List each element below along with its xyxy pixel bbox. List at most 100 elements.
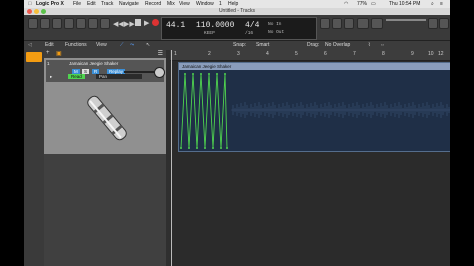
- close-window-icon[interactable]: [27, 9, 32, 14]
- menu-1[interactable]: 1: [219, 0, 222, 8]
- clock[interactable]: Thu 10:54 PM: [389, 0, 420, 8]
- menu-file[interactable]: File: [73, 0, 81, 8]
- automation-point[interactable]: [192, 73, 194, 75]
- zoom-window-icon[interactable]: [41, 9, 46, 14]
- battery-status[interactable]: 77%: [357, 0, 367, 8]
- region-waveform: [180, 73, 450, 149]
- menu-mix[interactable]: Mix: [167, 0, 175, 8]
- lcd-out: No Out: [268, 30, 285, 35]
- loop-browser-icon[interactable]: [439, 18, 449, 29]
- menu-window[interactable]: Window: [196, 0, 214, 8]
- library-icon[interactable]: [28, 18, 38, 29]
- quick-help-icon[interactable]: [52, 18, 62, 29]
- track-volume-slider[interactable]: [124, 71, 154, 73]
- automation-disclosure-icon[interactable]: ▸: [50, 74, 52, 80]
- region-inspector-icon[interactable]: [26, 52, 42, 62]
- track-number: 1: [47, 61, 50, 66]
- region-header: Jamaican Jeegie Shaker: [179, 63, 450, 70]
- track-name[interactable]: Jamaican Jeegie Shaker: [69, 61, 118, 66]
- wifi-icon[interactable]: ◠: [344, 0, 348, 8]
- automation-mode-select[interactable]: Read: [68, 74, 85, 79]
- tuner-icon[interactable]: [357, 18, 369, 29]
- menu-track[interactable]: Track: [101, 0, 113, 8]
- control-bar: ◀◀ ▶▶ ▶ 44.1 110.0000 KEEP 4/4 /16 No In…: [24, 15, 450, 41]
- master-volume-slider[interactable]: [386, 19, 426, 21]
- window-title: Untitled - Tracks: [218, 8, 256, 14]
- catch-icon[interactable]: ◁: [28, 41, 32, 50]
- solo-icon[interactable]: [371, 18, 383, 29]
- track-header-row[interactable]: 1 Jamaican Jeegie Shaker M S R Replay ▸ …: [44, 58, 166, 154]
- automation-point[interactable]: [200, 73, 202, 75]
- ruler-bar-4: 4: [266, 51, 269, 57]
- tracks-toolbar: ◁ Edit Functions View ⟋ ⤳ ↖ Snap: Smart …: [24, 41, 450, 50]
- automation-point[interactable]: [188, 147, 190, 149]
- autopunch-icon[interactable]: [332, 18, 342, 29]
- shaker-instrument-icon: [87, 95, 127, 141]
- ruler-bar-2: 2: [208, 51, 211, 57]
- playhead[interactable]: [171, 50, 172, 266]
- forward-icon[interactable]: ▶▶: [124, 20, 135, 28]
- snap-select[interactable]: Smart: [256, 41, 269, 50]
- lcd-division: /16: [245, 31, 254, 36]
- track-headers: + ▣ ☰ 1 Jamaican Jeegie Shaker M S R Rep…: [44, 50, 166, 266]
- global-tracks-icon[interactable]: ☰: [158, 50, 163, 57]
- lcd-bar: 44.1: [166, 21, 186, 30]
- mac-menu-bar:  Logic Pro X File Edit Track Navigate R…: [24, 0, 450, 8]
- ruler[interactable]: 1 2 3 4 5 6 7 8 9 10 12: [170, 50, 450, 61]
- smart-controls-icon[interactable]: [76, 18, 86, 29]
- menu-list-icon[interactable]: ≡: [440, 0, 443, 8]
- menu-view[interactable]: View: [179, 0, 190, 8]
- drag-label: Drag:: [307, 42, 320, 48]
- ruler-bar-9: 9: [411, 51, 414, 57]
- automation-point[interactable]: [184, 73, 186, 75]
- audio-region[interactable]: Jamaican Jeegie Shaker: [178, 62, 450, 152]
- waveform-zoom-icon[interactable]: ⌇: [368, 41, 370, 50]
- cycle-icon[interactable]: [320, 18, 330, 29]
- inspector-icon[interactable]: [40, 18, 50, 29]
- track-header-toolbar: + ▣ ☰: [44, 50, 166, 58]
- automation-point[interactable]: [216, 73, 218, 75]
- menu-help[interactable]: Help: [228, 0, 238, 8]
- automation-point[interactable]: [226, 147, 228, 149]
- pointer-tool-icon[interactable]: ↖: [146, 41, 150, 50]
- play-icon[interactable]: ▶: [144, 19, 149, 27]
- lcd-tempo-label: KEEP: [204, 31, 215, 36]
- edit-menu[interactable]: Edit: [45, 41, 54, 50]
- menu-edit[interactable]: Edit: [87, 0, 96, 8]
- ruler-bar-10: 10: [428, 51, 434, 57]
- lcd-display[interactable]: 44.1 110.0000 KEEP 4/4 /16 No In No Out: [161, 17, 317, 40]
- automation-point[interactable]: [220, 147, 222, 149]
- drag-select[interactable]: No Overlap: [325, 41, 350, 50]
- rewind-icon[interactable]: ◀◀: [113, 20, 124, 28]
- replace-icon[interactable]: [344, 18, 354, 29]
- view-menu[interactable]: View: [96, 41, 107, 50]
- automation-point[interactable]: [212, 147, 214, 149]
- arrange-area[interactable]: 1 2 3 4 5 6 7 8 9 10 12 Jamaican Jeegie …: [170, 50, 450, 266]
- menu-record[interactable]: Record: [145, 0, 161, 8]
- spotlight-icon[interactable]: ⌕: [431, 0, 434, 8]
- automation-parameter-select[interactable]: Pan: [96, 74, 142, 79]
- editors-icon[interactable]: [100, 18, 110, 29]
- add-track-icon[interactable]: +: [46, 50, 50, 56]
- pan-knob[interactable]: [154, 67, 165, 78]
- inspector-strip: [24, 50, 45, 266]
- automation-point[interactable]: [204, 147, 206, 149]
- functions-menu[interactable]: Functions: [65, 41, 87, 50]
- automation-icon[interactable]: ⤳: [130, 41, 134, 50]
- record-icon[interactable]: [152, 19, 159, 26]
- apple-menu[interactable]: : [28, 0, 32, 8]
- automation-point[interactable]: [180, 147, 182, 149]
- automation-point[interactable]: [196, 147, 198, 149]
- stop-icon[interactable]: [135, 19, 141, 26]
- track-folder-icon[interactable]: ▣: [56, 50, 62, 57]
- automation-point[interactable]: [224, 73, 226, 75]
- toolbar-icon[interactable]: [64, 18, 74, 29]
- app-menu[interactable]: Logic Pro X: [36, 0, 64, 8]
- mixer-icon[interactable]: [88, 18, 98, 29]
- flex-icon[interactable]: ⟋: [120, 41, 124, 50]
- note-pad-icon[interactable]: [428, 18, 438, 29]
- minimize-window-icon[interactable]: [34, 9, 39, 14]
- menu-navigate[interactable]: Navigate: [119, 0, 139, 8]
- automation-point[interactable]: [208, 73, 210, 75]
- horizontal-zoom-icon[interactable]: ⇔: [380, 41, 385, 50]
